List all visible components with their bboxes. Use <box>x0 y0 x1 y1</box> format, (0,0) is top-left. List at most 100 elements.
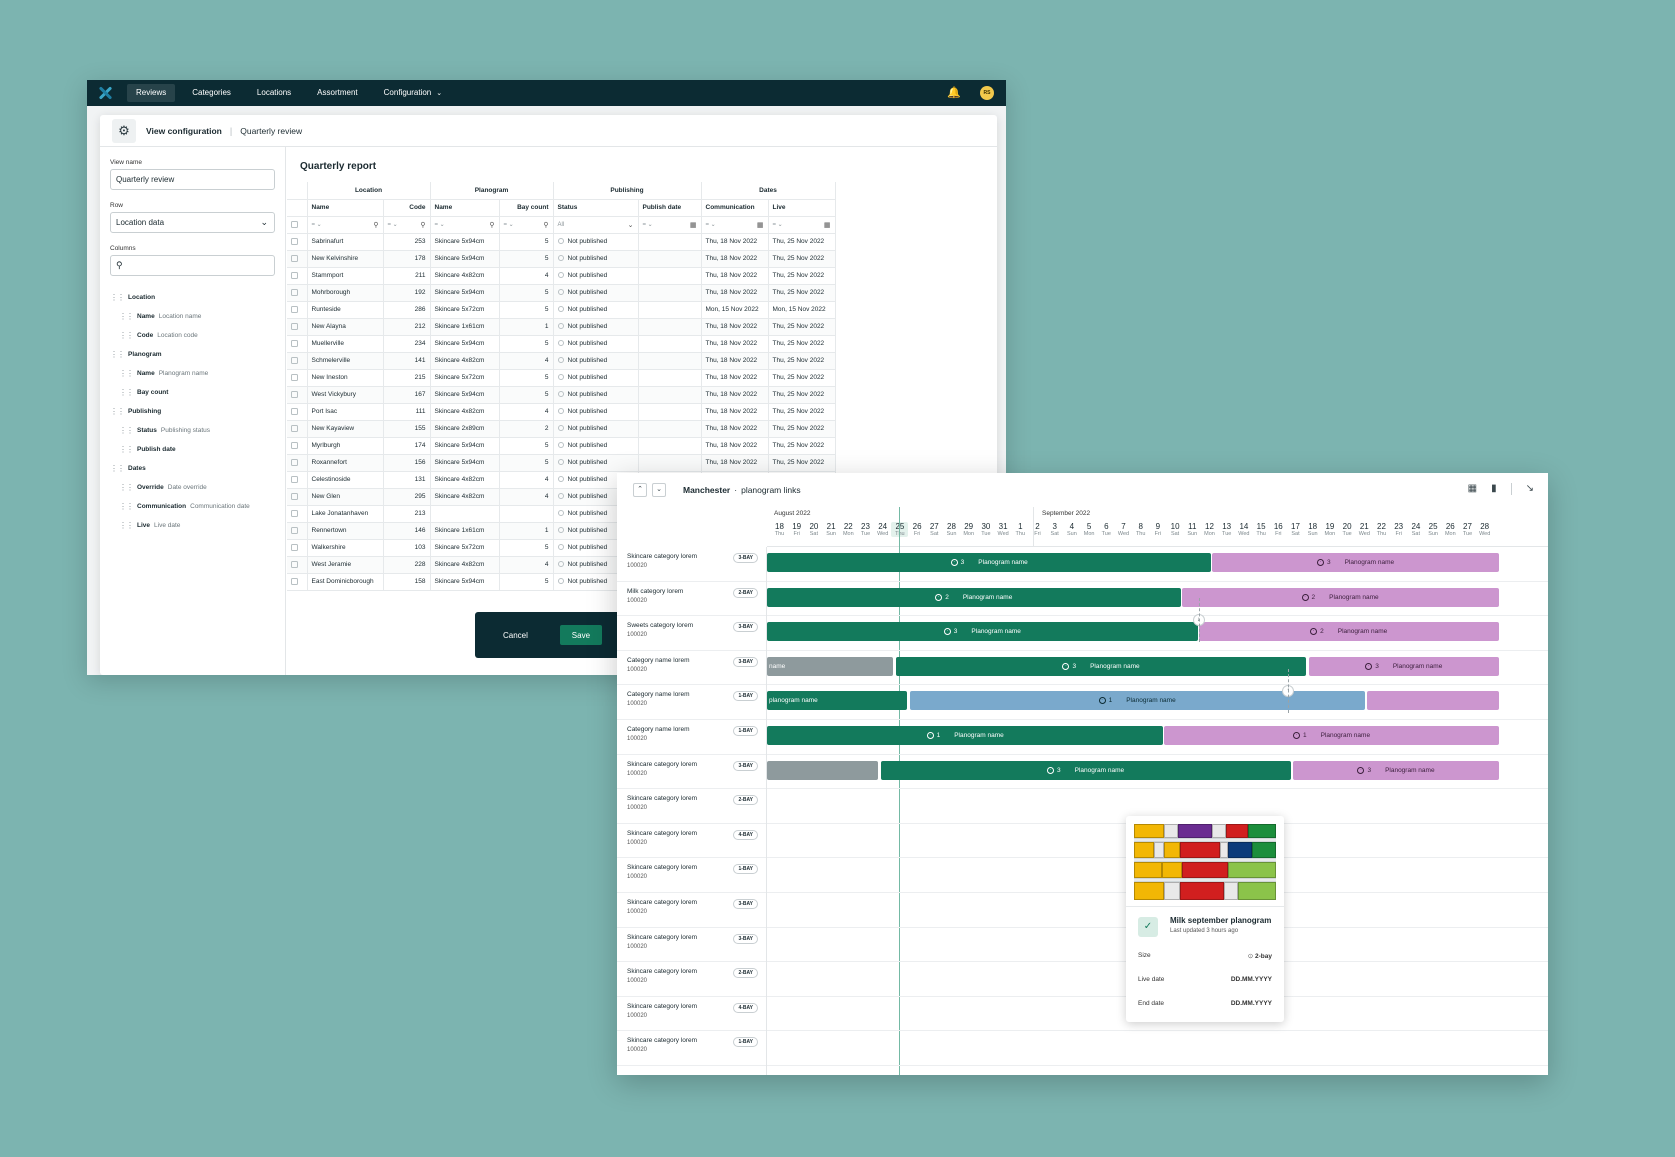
list-item[interactable]: Category name lorem 100020 1-BAY <box>617 685 766 720</box>
save-button[interactable]: Save <box>559 625 602 645</box>
filter-code[interactable]: = ⌄ ⚲ <box>383 216 431 234</box>
row-checkbox[interactable] <box>291 441 298 449</box>
row-checkbox[interactable] <box>291 339 298 347</box>
table-row[interactable]: Mohrborough 192 Skincare 5x94cm 5 Not publis… <box>287 284 836 302</box>
planogram-preview-card[interactable]: ✓ Milk september planogram Last updated … <box>1126 816 1284 1022</box>
planogram-bar[interactable]: · 3 Planogram name <box>1212 553 1499 572</box>
drag-handle-icon[interactable]: ⋮⋮ <box>119 369 134 378</box>
drag-handle-icon[interactable]: ⋮⋮ <box>119 312 134 321</box>
day-cell[interactable]: 26 Mon <box>1442 522 1459 537</box>
planogram-bar[interactable]: · 3 Planogram name <box>880 760 1291 780</box>
day-cell[interactable]: 20 Tue <box>1339 522 1356 537</box>
table-row[interactable]: Port Isac 111 Skincare 4x82cm 4 Not publishe… <box>287 403 836 421</box>
day-cell[interactable]: 31 Wed <box>995 522 1012 537</box>
day-cell[interactable]: 27 Sat <box>926 522 943 537</box>
tree-item[interactable]: ⋮⋮ Planogram <box>110 345 275 364</box>
row-checkbox[interactable] <box>291 458 298 466</box>
planogram-bar[interactable]: · 3 Planogram name <box>896 656 1307 676</box>
table-row[interactable]: Stammport 211 Skincare 4x82cm 4 Not publishe… <box>287 267 836 285</box>
day-cell[interactable]: 24 Wed <box>874 522 891 537</box>
filter-planogram-name[interactable]: = ⌄ ⚲ <box>430 216 500 234</box>
day-cell[interactable]: 17 Sat <box>1287 522 1304 537</box>
planogram-bar[interactable]: · 1 Planogram name <box>1164 726 1499 745</box>
list-item[interactable]: Skincare category lorem 100020 4-BAY <box>617 824 766 859</box>
day-cell[interactable]: 7 Wed <box>1115 522 1132 537</box>
day-cell[interactable]: 5 Mon <box>1081 522 1098 537</box>
col-status[interactable]: Status <box>553 199 639 217</box>
tree-item[interactable]: ⋮⋮ Publishing <box>110 402 275 421</box>
table-row[interactable]: Runteside 286 Skincare 5x72cm 5 Not publishe… <box>287 301 836 319</box>
table-row[interactable]: New Kayaview 155 Skincare 2x89cm 2 Not publi… <box>287 420 836 438</box>
view-name-input[interactable]: Quarterly review <box>110 169 275 190</box>
day-cell[interactable]: 10 Sat <box>1167 522 1184 537</box>
day-cell[interactable]: 29 Mon <box>960 522 977 537</box>
col-planogram-name[interactable]: Name <box>430 199 500 217</box>
day-cell[interactable]: 28 Sun <box>943 522 960 537</box>
day-cell[interactable]: 14 Wed <box>1235 522 1252 537</box>
row-checkbox[interactable] <box>291 305 298 313</box>
filter-publish-date[interactable]: = ⌄ ▦ <box>638 216 702 234</box>
row-checkbox[interactable] <box>291 288 298 296</box>
day-cell[interactable]: 22 Mon <box>840 522 857 537</box>
collapse-icon[interactable]: ↘ <box>1526 483 1534 495</box>
drag-handle-icon[interactable]: ⋮⋮ <box>110 464 125 473</box>
drag-handle-icon[interactable]: ⋮⋮ <box>110 350 125 359</box>
list-item[interactable]: Milk category lorem 100020 2-BAY <box>617 582 766 617</box>
list-item[interactable]: Skincare category lorem 100020 2-BAY <box>617 962 766 997</box>
filter-bay-count[interactable]: = ⌄ ⚲ <box>499 216 554 234</box>
list-item[interactable]: Skincare category lorem 100020 4-BAY <box>617 997 766 1032</box>
nav-configuration[interactable]: Configuration <box>375 84 441 102</box>
day-cell[interactable]: 28 Wed <box>1476 522 1493 537</box>
app-logo-icon[interactable] <box>97 85 113 101</box>
table-row[interactable]: Sabrinafurt 253 Skincare 5x94cm 5 Not publis… <box>287 233 836 251</box>
tree-item[interactable]: ⋮⋮ Location <box>110 288 275 307</box>
row-checkbox[interactable] <box>291 407 298 415</box>
row-checkbox[interactable] <box>291 560 298 568</box>
day-cell[interactable]: 18 Thu <box>771 522 788 537</box>
drag-handle-icon[interactable]: ⋮⋮ <box>119 445 134 454</box>
list-item[interactable]: Skincare category lorem 100020 3-BAY <box>617 755 766 790</box>
table-row[interactable]: Myrlburgh 174 Skincare 5x94cm 5 Not publishe… <box>287 437 836 455</box>
col-communication[interactable]: Communication <box>701 199 769 217</box>
drag-handle-icon[interactable]: ⋮⋮ <box>110 293 125 302</box>
tree-item[interactable]: ⋮⋮ Name Location name <box>110 307 275 326</box>
row-checkbox[interactable] <box>291 373 298 381</box>
row-checkbox[interactable] <box>291 543 298 551</box>
planogram-bar[interactable]: · 2 Planogram name <box>1181 587 1499 607</box>
tree-item[interactable]: ⋮⋮ Bay count <box>110 383 275 402</box>
row-checkbox[interactable] <box>291 356 298 364</box>
day-cell[interactable]: 12 Mon <box>1201 522 1218 537</box>
bell-icon[interactable]: 🔔 <box>947 86 961 99</box>
drag-handle-icon[interactable]: ⋮⋮ <box>119 331 134 340</box>
planogram-bar[interactable]: name <box>767 656 894 676</box>
select-all-checkbox[interactable] <box>291 220 298 228</box>
row-checkbox[interactable] <box>291 271 298 279</box>
nav-categories[interactable]: Categories <box>183 84 240 102</box>
cancel-button[interactable]: Cancel <box>503 631 528 640</box>
tree-item[interactable]: ⋮⋮ Code Location code <box>110 326 275 345</box>
chevron-down-icon[interactable]: ⌄ <box>436 89 442 97</box>
table-row[interactable]: Roxannefort 156 Skincare 5x94cm 5 Not publis… <box>287 454 836 472</box>
planogram-bar[interactable]: · 2 Planogram name <box>767 587 1181 607</box>
row-checkbox[interactable] <box>291 254 298 262</box>
day-cell[interactable]: 3 Sat <box>1046 522 1063 537</box>
tree-item[interactable]: ⋮⋮ Name Planogram name <box>110 364 275 383</box>
list-item[interactable]: Skincare category lorem 100020 1-BAY <box>617 858 766 893</box>
day-cell[interactable]: 30 Tue <box>977 522 994 537</box>
tree-item[interactable]: ⋮⋮ Live Live date <box>110 516 275 535</box>
row-checkbox[interactable] <box>291 424 298 432</box>
table-row[interactable]: New Kelvinshire 178 Skincare 5x94cm 5 Not pu… <box>287 250 836 268</box>
list-item[interactable]: Sweets category lorem 100020 3-BAY <box>617 616 766 651</box>
list-item[interactable]: Skincare category lorem 100020 2-BAY <box>617 789 766 824</box>
planogram-bar[interactable] <box>1367 691 1499 711</box>
chevron-down-icon[interactable]: ⌄ <box>652 483 666 497</box>
col-publish-date[interactable]: Publish date <box>638 199 702 217</box>
day-cell[interactable]: 23 Tue <box>857 522 874 537</box>
row-checkbox[interactable] <box>291 509 298 517</box>
day-cell[interactable]: 25 Sun <box>1425 522 1442 537</box>
drag-handle-icon[interactable]: ⋮⋮ <box>119 483 134 492</box>
day-cell[interactable]: 1 Thu <box>1012 522 1029 537</box>
tree-item[interactable]: ⋮⋮ Publish date <box>110 440 275 459</box>
day-cell[interactable]: 15 Thu <box>1253 522 1270 537</box>
chart-view-icon[interactable]: ▮ <box>1491 483 1497 495</box>
